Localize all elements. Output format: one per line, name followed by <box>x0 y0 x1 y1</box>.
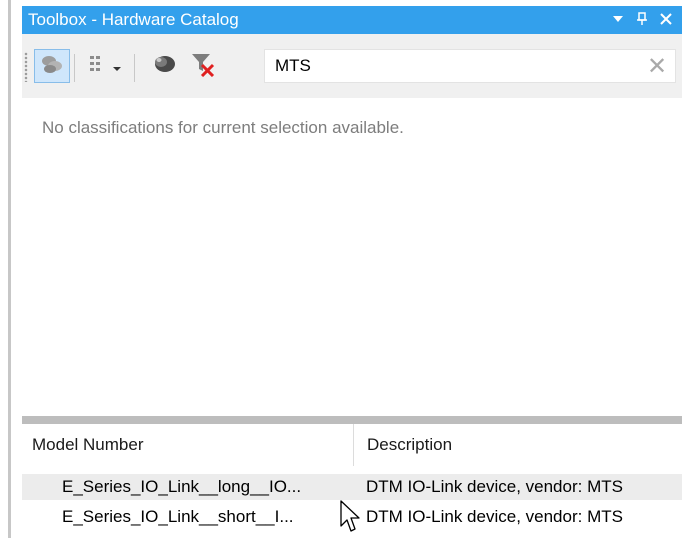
toolbar-separator <box>134 54 135 82</box>
clear-search-icon[interactable]: ✕ <box>639 52 675 80</box>
panel-splitter[interactable] <box>22 416 682 424</box>
column-header-description[interactable]: Description <box>355 424 682 466</box>
pin-icon[interactable] <box>636 11 648 29</box>
filter-clear-button[interactable] <box>184 49 220 83</box>
filter-clear-icon <box>189 51 215 81</box>
device-icon <box>151 52 177 80</box>
description-cell: DTM IO-Link device, vendor: MTS <box>366 507 623 526</box>
table-row[interactable]: E_Series_IO_Link__long__IO... DTM IO-Lin… <box>22 474 682 500</box>
window-title: Toolbox - Hardware Catalog <box>28 10 239 29</box>
classification-panel: No classifications for current selection… <box>22 98 682 416</box>
list-view-icon <box>89 54 107 78</box>
search-input[interactable] <box>265 55 639 77</box>
column-header-model-number[interactable]: Model Number <box>22 424 354 466</box>
network-view-icon <box>40 53 64 79</box>
empty-classification-message: No classifications for current selection… <box>42 118 404 137</box>
mouse-cursor-icon <box>340 500 362 538</box>
toolbar-separator <box>74 54 75 82</box>
title-bar[interactable]: Toolbox - Hardware Catalog <box>22 6 682 34</box>
hardware-catalog-window: Toolbox - Hardware Catalog MTS ✕ No clas… <box>0 0 691 538</box>
model-number-cell: E_Series_IO_Link__short__I... <box>62 507 294 526</box>
window-left-border <box>8 0 11 538</box>
description-cell: DTM IO-Link device, vendor: MTS <box>366 477 623 496</box>
dropdown-arrow-icon[interactable] <box>612 13 624 27</box>
title-bar-controls <box>612 11 682 29</box>
search-field[interactable]: ✕ <box>264 49 676 83</box>
device-button[interactable] <box>146 49 182 83</box>
toolbar-grip[interactable] <box>24 52 28 82</box>
close-icon[interactable] <box>660 12 672 28</box>
chevron-down-icon <box>113 57 121 76</box>
toolbar: ✕ <box>22 34 682 99</box>
column-header-label: Model Number <box>32 435 144 454</box>
column-header-label: Description <box>367 435 453 454</box>
network-view-button[interactable] <box>34 49 70 83</box>
list-view-button[interactable] <box>82 49 128 83</box>
model-number-cell: E_Series_IO_Link__long__IO... <box>62 477 302 496</box>
